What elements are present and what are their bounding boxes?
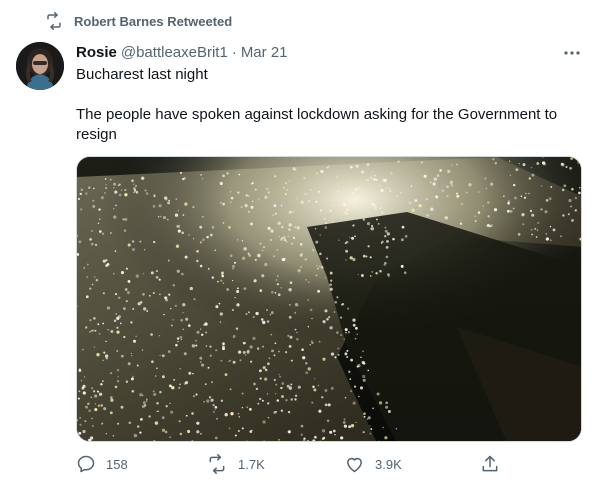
tweet-text-line2: The people have spoken against lockdown … xyxy=(76,106,558,143)
like-button[interactable]: 3.9K xyxy=(344,452,402,476)
tweet-photo[interactable] xyxy=(76,156,582,442)
action-bar: 158 1.7K 3.9K xyxy=(76,452,546,476)
retweet-button[interactable]: 1.7K xyxy=(206,452,265,476)
share-button[interactable] xyxy=(480,452,500,476)
retweet-count: 1.7K xyxy=(238,456,265,472)
heart-icon xyxy=(344,454,365,474)
tweet-date[interactable]: Mar 21 xyxy=(241,44,288,61)
more-button[interactable] xyxy=(560,42,584,62)
retweet-icon xyxy=(44,12,64,30)
like-count: 3.9K xyxy=(375,456,402,472)
more-horizontal-icon xyxy=(563,43,581,61)
tweet-text-line1: Bucharest last night xyxy=(76,66,208,83)
retweet-icon xyxy=(206,454,228,474)
reply-button[interactable]: 158 xyxy=(76,452,128,476)
reply-icon xyxy=(76,454,96,474)
retweet-banner-text[interactable]: Robert Barnes Retweeted xyxy=(74,14,232,29)
avatar[interactable] xyxy=(16,42,64,90)
author-handle[interactable]: @battleaxeBrit1 xyxy=(121,44,228,61)
header-separator: · xyxy=(231,43,237,61)
author-name[interactable]: Rosie xyxy=(76,44,117,61)
reply-count: 158 xyxy=(106,456,128,472)
share-icon xyxy=(480,454,500,474)
tweet-header: Rosie @battleaxeBrit1 · Mar 21 xyxy=(76,42,288,62)
retweet-banner: Robert Barnes Retweeted xyxy=(44,12,232,30)
